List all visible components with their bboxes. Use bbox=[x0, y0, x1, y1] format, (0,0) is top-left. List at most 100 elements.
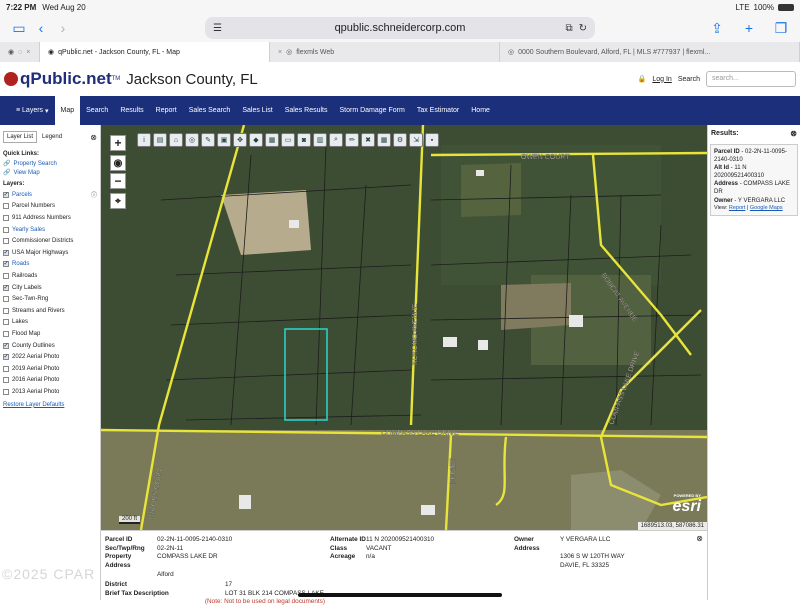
qpublic-logo[interactable]: qPublic.net TM Jackson County, FL bbox=[4, 69, 258, 89]
map-view[interactable]: OWEN COURT KOKOMO AVENUE COMPASS LAKE DR… bbox=[101, 125, 707, 530]
aerial-map[interactable]: OWEN COURT KOKOMO AVENUE COMPASS LAKE DR… bbox=[101, 125, 707, 530]
layer-row[interactable]: Commissioner Districts bbox=[0, 235, 100, 247]
layer-row[interactable]: Railroads bbox=[0, 270, 100, 282]
close-icon[interactable]: × bbox=[26, 49, 30, 56]
nav-search[interactable]: Search bbox=[80, 96, 114, 125]
legend-icon[interactable]: ▥ bbox=[313, 133, 327, 147]
table-icon[interactable]: ▦ bbox=[377, 133, 391, 147]
layer-row[interactable]: ✓ USA Major Highways bbox=[0, 247, 100, 259]
layer-checkbox[interactable]: ✓ bbox=[3, 342, 9, 349]
quick-link-property-search[interactable]: 🔗 Property Search bbox=[0, 159, 100, 168]
nav-storm-damage-form[interactable]: Storm Damage Form bbox=[333, 96, 410, 125]
bookmark-icon[interactable]: ▭ bbox=[281, 133, 295, 147]
tab-placeholder[interactable]: ◉ ◌ × bbox=[0, 42, 40, 62]
layer-checkbox[interactable] bbox=[3, 330, 9, 337]
search-icon[interactable]: ⌕ bbox=[329, 133, 343, 147]
print-icon[interactable]: ▤ bbox=[153, 133, 167, 147]
nav-results[interactable]: Results bbox=[114, 96, 149, 125]
restore-layer-defaults-link[interactable]: Restore Layer Defaults bbox=[0, 398, 100, 412]
globe-icon[interactable]: ◉ bbox=[110, 155, 126, 171]
layer-icon[interactable]: ▦ bbox=[265, 133, 279, 147]
layer-row[interactable]: Lakes bbox=[0, 317, 100, 329]
layer-row[interactable]: Parcel Numbers bbox=[0, 201, 100, 213]
nav-map[interactable]: Map bbox=[54, 96, 81, 125]
nav-sales-list[interactable]: Sales List bbox=[236, 96, 278, 125]
tab-mls-listing[interactable]: ◎ 0000 Southern Boulevard, Alford, FL | … bbox=[500, 42, 800, 62]
share-icon[interactable]: ⇪ bbox=[706, 17, 728, 39]
tab-flexmls[interactable]: × ◎ flexmls Web bbox=[270, 42, 500, 62]
layer-row[interactable]: Yearly Sales bbox=[0, 224, 100, 236]
zoom-out-button[interactable]: − bbox=[110, 173, 126, 189]
layer-row[interactable]: ✓ Roads bbox=[0, 259, 100, 271]
info-icon[interactable]: ⓘ bbox=[91, 190, 97, 199]
page-menu-icon[interactable]: ☰ bbox=[213, 23, 222, 34]
layer-row[interactable]: 911 Address Numbers bbox=[0, 212, 100, 224]
locate-icon[interactable]: ⌖ bbox=[110, 193, 126, 209]
extension-icon[interactable]: ⧉ bbox=[565, 23, 572, 34]
back-icon[interactable]: ‹ bbox=[30, 17, 52, 39]
layer-row[interactable]: ✓ 2022 Aerial Photo bbox=[0, 351, 100, 363]
highlight-icon[interactable]: ◆ bbox=[249, 133, 263, 147]
identify-icon[interactable]: i bbox=[137, 133, 151, 147]
close-icon[interactable]: ⊗ bbox=[90, 133, 97, 142]
layer-checkbox[interactable]: ✓ bbox=[3, 354, 9, 361]
layer-checkbox[interactable] bbox=[3, 365, 9, 372]
close-icon[interactable]: ⊗ bbox=[790, 129, 797, 138]
layer-row[interactable]: Sec-Twn-Rng bbox=[0, 293, 100, 305]
layer-checkbox[interactable] bbox=[3, 307, 9, 314]
export-icon[interactable]: ⇲ bbox=[409, 133, 423, 147]
layer-checkbox[interactable] bbox=[3, 214, 9, 221]
layer-row[interactable]: 2019 Aerial Photo bbox=[0, 363, 100, 375]
layer-checkbox[interactable]: ✓ bbox=[3, 249, 9, 256]
tab-layer-list[interactable]: Layer List bbox=[3, 131, 38, 143]
tab-qpublic-map[interactable]: ◉ qPublic.net - Jackson County, FL - Map bbox=[40, 42, 270, 62]
layer-checkbox[interactable] bbox=[3, 238, 9, 245]
layer-row[interactable]: 2016 Aerial Photo bbox=[0, 375, 100, 387]
layer-checkbox[interactable]: ✓ bbox=[3, 261, 9, 268]
nav-sales-search[interactable]: Sales Search bbox=[183, 96, 237, 125]
pencil-icon[interactable]: ✏ bbox=[345, 133, 359, 147]
close-icon[interactable]: ⊗ bbox=[696, 534, 703, 543]
zoom-in-button[interactable]: + bbox=[110, 135, 126, 151]
layer-checkbox[interactable] bbox=[3, 377, 9, 384]
search-input[interactable]: search... bbox=[706, 71, 796, 87]
tab-legend[interactable]: Legend bbox=[39, 132, 66, 142]
layer-row[interactable]: Streams and Rivers bbox=[0, 305, 100, 317]
result-card[interactable]: Parcel ID - 02-2N-11-0095-2140-0310 Alt … bbox=[710, 144, 798, 217]
layer-checkbox[interactable] bbox=[3, 319, 9, 326]
layer-checkbox[interactable] bbox=[3, 296, 9, 303]
login-link[interactable]: Log In bbox=[652, 76, 671, 83]
forward-icon[interactable]: › bbox=[52, 17, 74, 39]
eraser-icon[interactable]: ✖ bbox=[361, 133, 375, 147]
reload-icon[interactable]: ↻ bbox=[579, 23, 587, 34]
layer-checkbox[interactable] bbox=[3, 226, 9, 233]
layer-checkbox[interactable] bbox=[3, 272, 9, 279]
layer-row[interactable]: ✓ City Labels bbox=[0, 282, 100, 294]
sidebar-toggle-icon[interactable]: ▭ bbox=[8, 17, 30, 39]
layer-checkbox[interactable]: ✓ bbox=[3, 191, 9, 198]
camera-icon[interactable]: ◙ bbox=[297, 133, 311, 147]
layer-checkbox[interactable] bbox=[3, 203, 9, 210]
new-tab-icon[interactable]: + bbox=[738, 17, 760, 39]
layer-row[interactable]: 2013 Aerial Photo bbox=[0, 386, 100, 398]
layer-checkbox[interactable]: ✓ bbox=[3, 284, 9, 291]
layer-row[interactable]: Flood Map bbox=[0, 328, 100, 340]
settings-icon[interactable]: ⚙ bbox=[393, 133, 407, 147]
measure-icon[interactable]: ⌂ bbox=[169, 133, 183, 147]
layer-row[interactable]: ✓ County Outlines bbox=[0, 340, 100, 352]
nav-home[interactable]: Home bbox=[465, 96, 496, 125]
draw-icon[interactable]: ✎ bbox=[201, 133, 215, 147]
report-link[interactable]: Report bbox=[729, 205, 746, 211]
layer-checkbox[interactable] bbox=[3, 388, 9, 395]
google-maps-link[interactable]: Google Maps bbox=[750, 205, 783, 211]
nav-sales-results[interactable]: Sales Results bbox=[279, 96, 334, 125]
address-bar[interactable]: ☰ qpublic.schneidercorp.com ⧉ ↻ bbox=[205, 17, 595, 39]
select-icon[interactable]: ▣ bbox=[217, 133, 231, 147]
pan-icon[interactable]: ✥ bbox=[233, 133, 247, 147]
save-icon[interactable]: ▪ bbox=[425, 133, 439, 147]
tabs-overview-icon[interactable]: ❐ bbox=[770, 17, 792, 39]
close-icon[interactable]: × bbox=[278, 49, 282, 56]
nav-tax-estimator[interactable]: Tax Estimator bbox=[411, 96, 465, 125]
buffer-icon[interactable]: ◎ bbox=[185, 133, 199, 147]
nav-report[interactable]: Report bbox=[150, 96, 183, 125]
